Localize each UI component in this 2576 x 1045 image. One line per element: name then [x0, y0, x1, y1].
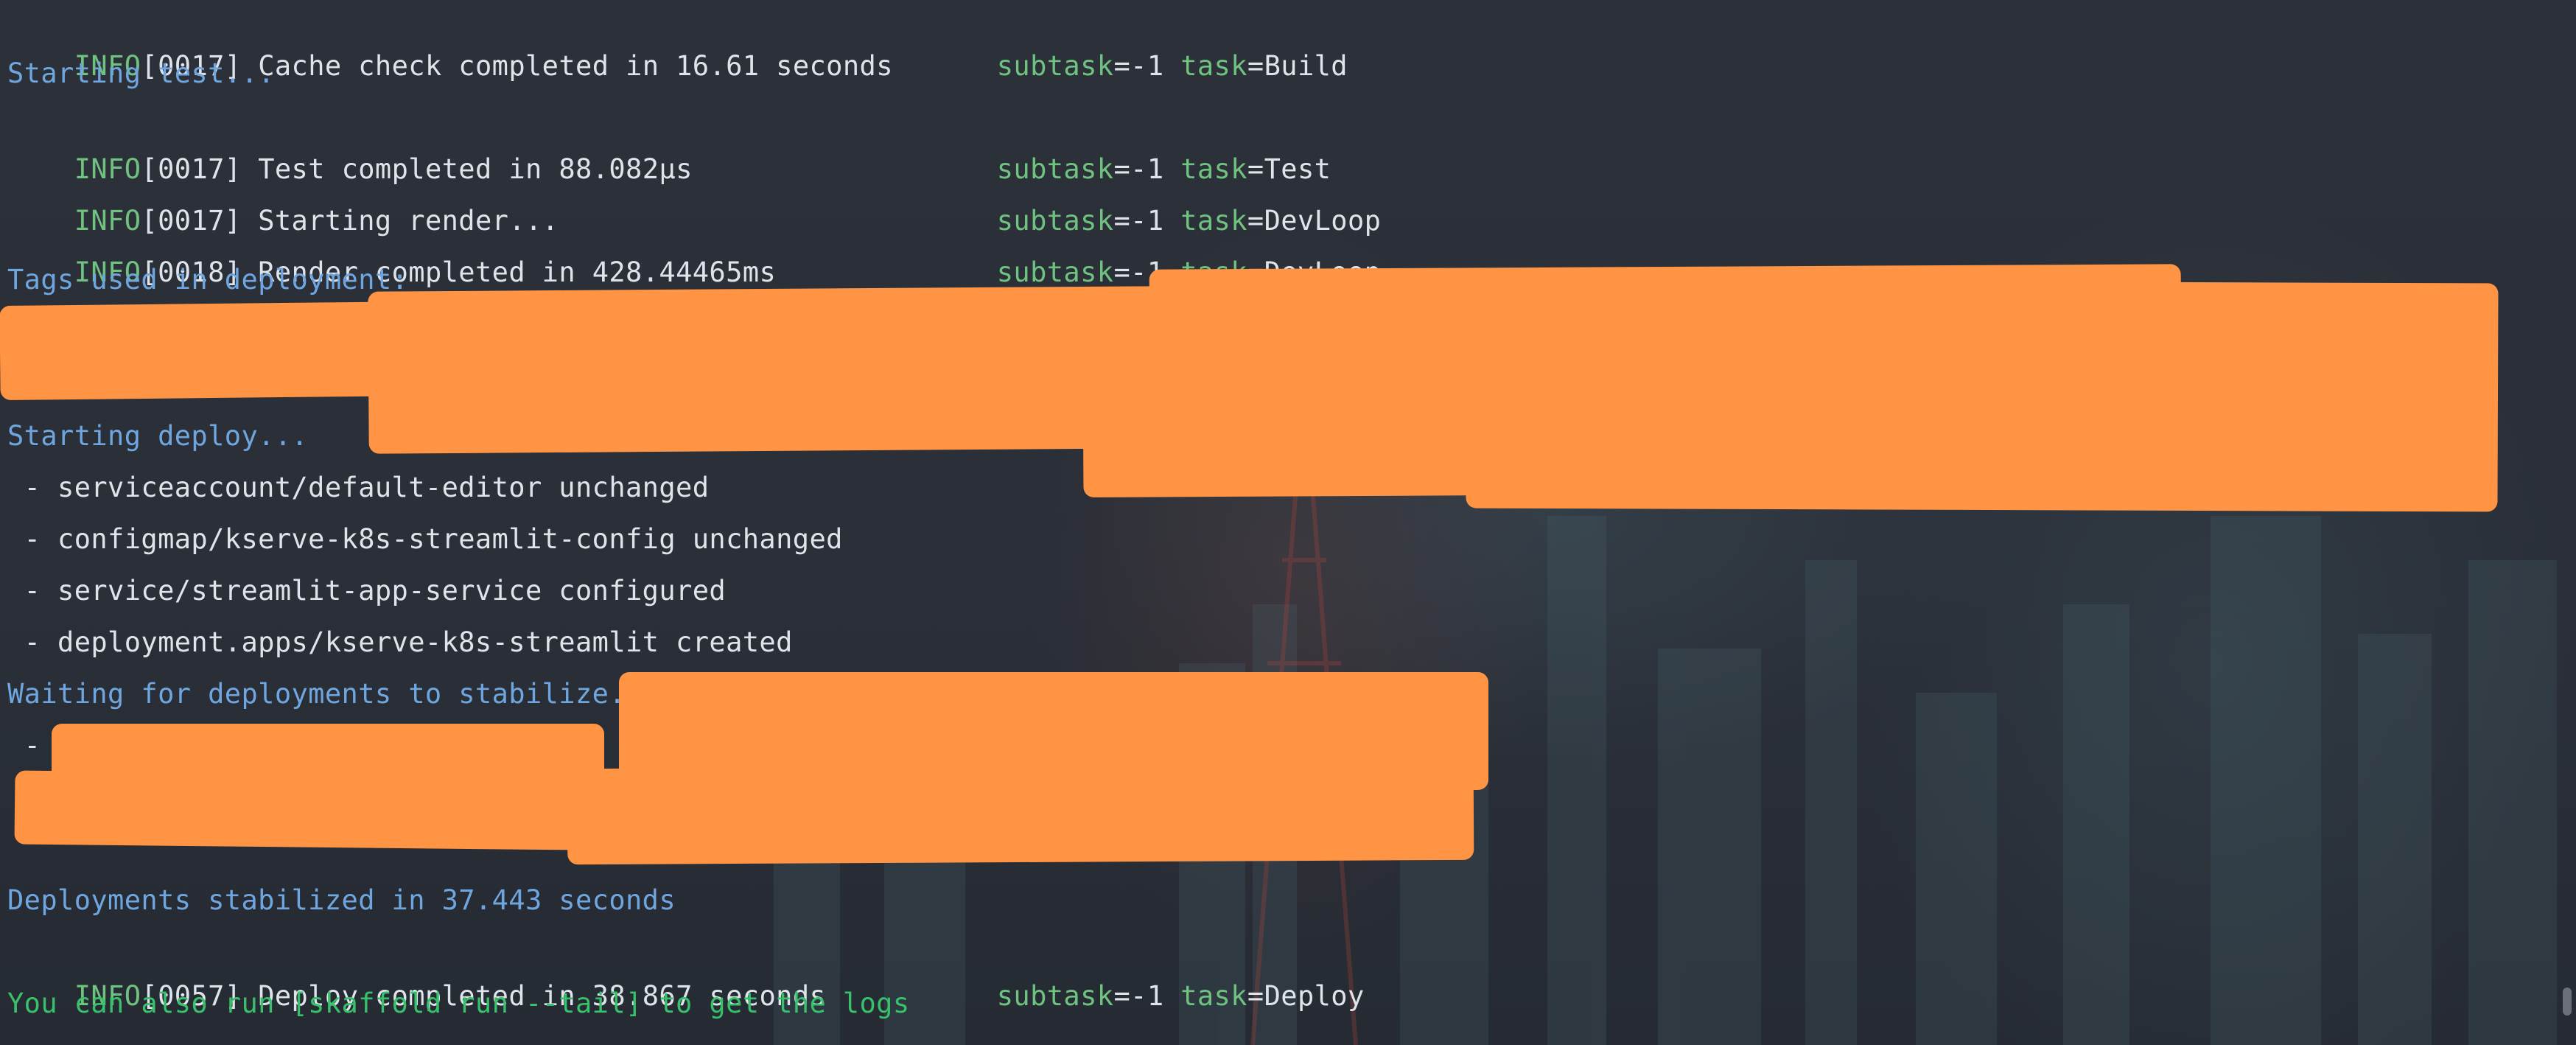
status-line: Starting deploy... — [7, 420, 309, 452]
log-message: Cache check completed in 16.61 seconds — [258, 50, 893, 82]
redaction-block — [14, 770, 649, 851]
log-line-info: INFO[0017] Test completed in 88.082µs — [7, 103, 693, 185]
redaction-block — [1466, 279, 2499, 512]
task-value: Deploy — [1264, 980, 1365, 1012]
resource-line: - — [7, 730, 58, 761]
log-line-info: INFO[0017] Starting render... — [7, 155, 559, 237]
subtask-value: -1 — [1130, 980, 1164, 1012]
log-line-info: INFO[0057] Deploy completed in 38.867 se… — [7, 930, 826, 1012]
task-key: task — [1180, 980, 1247, 1012]
task-value: Build — [1264, 50, 1348, 82]
log-meta: subtask=-1 task=Build — [996, 50, 1348, 82]
redaction-block — [567, 763, 1474, 865]
scrollbar-thumb[interactable] — [2563, 988, 2572, 1016]
resource-line: - service/streamlit-app-service configur… — [7, 575, 727, 607]
subtask-key: subtask — [996, 256, 1114, 288]
task-key: task — [1180, 50, 1247, 82]
resource-line: - serviceaccount/default-editor unchange… — [7, 472, 710, 503]
status-line: Tags used in deployment: — [7, 264, 409, 296]
terminal-output[interactable]: INFO[0017] Cache check completed in 16.6… — [0, 0, 2576, 1045]
log-line-info: INFO[0018] Render completed in 428.44465… — [7, 206, 776, 288]
redaction-block — [368, 286, 1165, 454]
subtask-key: subtask — [996, 50, 1114, 82]
log-line-info: INFO[0017] Cache check completed in 16.6… — [7, 0, 893, 82]
subtask-key: subtask — [996, 980, 1114, 1012]
resource-line: - configmap/kserve-k8s-streamlit-config … — [7, 523, 843, 555]
status-line: Starting test... — [7, 57, 275, 89]
redaction-block — [0, 301, 428, 401]
log-meta: subtask=-1 task=Deploy — [996, 980, 1365, 1012]
hint-line: You can also run [skaffold run --tail] t… — [7, 988, 910, 1019]
status-line: Deployments stabilized in 37.443 seconds — [7, 884, 676, 916]
resource-line: - deployment.apps/kserve-k8s-streamlit c… — [7, 626, 793, 658]
subtask-value: -1 — [1130, 50, 1164, 82]
log-meta: subtask=-1 task=DevLoop — [930, 206, 1381, 288]
status-line: Waiting for deployments to stabilize... — [7, 678, 659, 710]
log-meta: subtask=-1 task=DevLoop — [996, 205, 1382, 237]
log-meta: subtask=-1 task=Test — [996, 153, 1331, 185]
